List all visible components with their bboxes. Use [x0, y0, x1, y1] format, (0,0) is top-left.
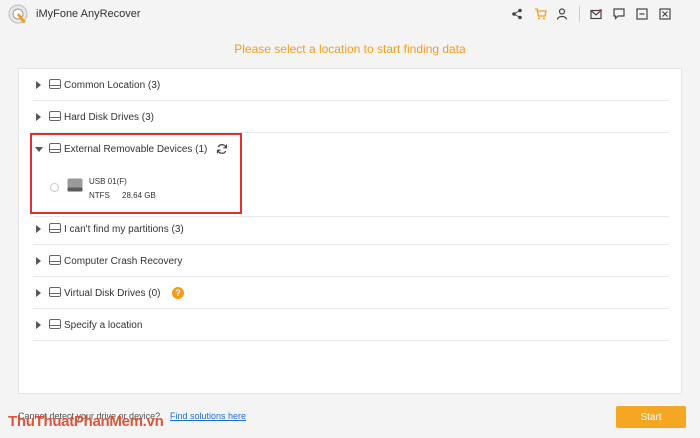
location-specify[interactable]: Specify a location	[33, 309, 669, 341]
find-solutions-link[interactable]: Find solutions here	[170, 411, 246, 421]
location-label: I can't find my partitions (3)	[64, 224, 184, 235]
highlight-box	[30, 133, 242, 214]
user-icon[interactable]	[554, 6, 570, 22]
help-icon[interactable]: ?	[172, 287, 184, 299]
drive-icon	[49, 223, 61, 233]
location-hard-disk[interactable]: Hard Disk Drives (3)	[33, 101, 669, 133]
mail-icon[interactable]	[588, 6, 604, 22]
toolbar-divider	[579, 6, 580, 22]
drive-icon	[49, 255, 61, 265]
page-subtitle: Please select a location to start findin…	[234, 42, 466, 56]
expand-arrow-icon[interactable]	[36, 113, 41, 121]
feedback-icon[interactable]	[611, 6, 627, 22]
drive-icon	[49, 111, 61, 121]
location-label: Computer Crash Recovery	[64, 256, 183, 267]
expand-arrow-icon[interactable]	[36, 81, 41, 89]
app-logo-icon	[8, 4, 28, 24]
location-label: Specify a location	[64, 320, 143, 331]
location-virtual-disk[interactable]: Virtual Disk Drives (0) ?	[33, 277, 669, 309]
watermark: ThuThuatPhanMem.vn	[8, 413, 164, 430]
expand-arrow-icon[interactable]	[36, 257, 41, 265]
location-cant-find-partitions[interactable]: I can't find my partitions (3)	[33, 213, 669, 245]
location-label: Common Location (3)	[64, 80, 161, 91]
close-icon[interactable]	[657, 6, 673, 22]
app-title: iMyFone AnyRecover	[36, 8, 141, 20]
location-computer-crash[interactable]: Computer Crash Recovery	[33, 245, 669, 277]
expand-arrow-icon[interactable]	[36, 321, 41, 329]
title-bar: iMyFone AnyRecover	[0, 0, 700, 28]
drive-icon	[49, 79, 61, 89]
share-icon[interactable]	[509, 6, 525, 22]
cart-icon[interactable]	[532, 6, 548, 22]
drive-icon	[49, 319, 61, 329]
minimize-icon[interactable]	[634, 6, 650, 22]
location-label: Virtual Disk Drives (0)	[64, 288, 161, 299]
expand-arrow-icon[interactable]	[36, 225, 41, 233]
location-common[interactable]: Common Location (3)	[33, 69, 669, 101]
location-panel: Common Location (3) Hard Disk Drives (3)…	[18, 68, 682, 394]
start-button[interactable]: Start	[616, 406, 686, 428]
location-label: Hard Disk Drives (3)	[64, 112, 155, 123]
expand-arrow-icon[interactable]	[36, 289, 41, 297]
drive-icon	[49, 287, 61, 297]
